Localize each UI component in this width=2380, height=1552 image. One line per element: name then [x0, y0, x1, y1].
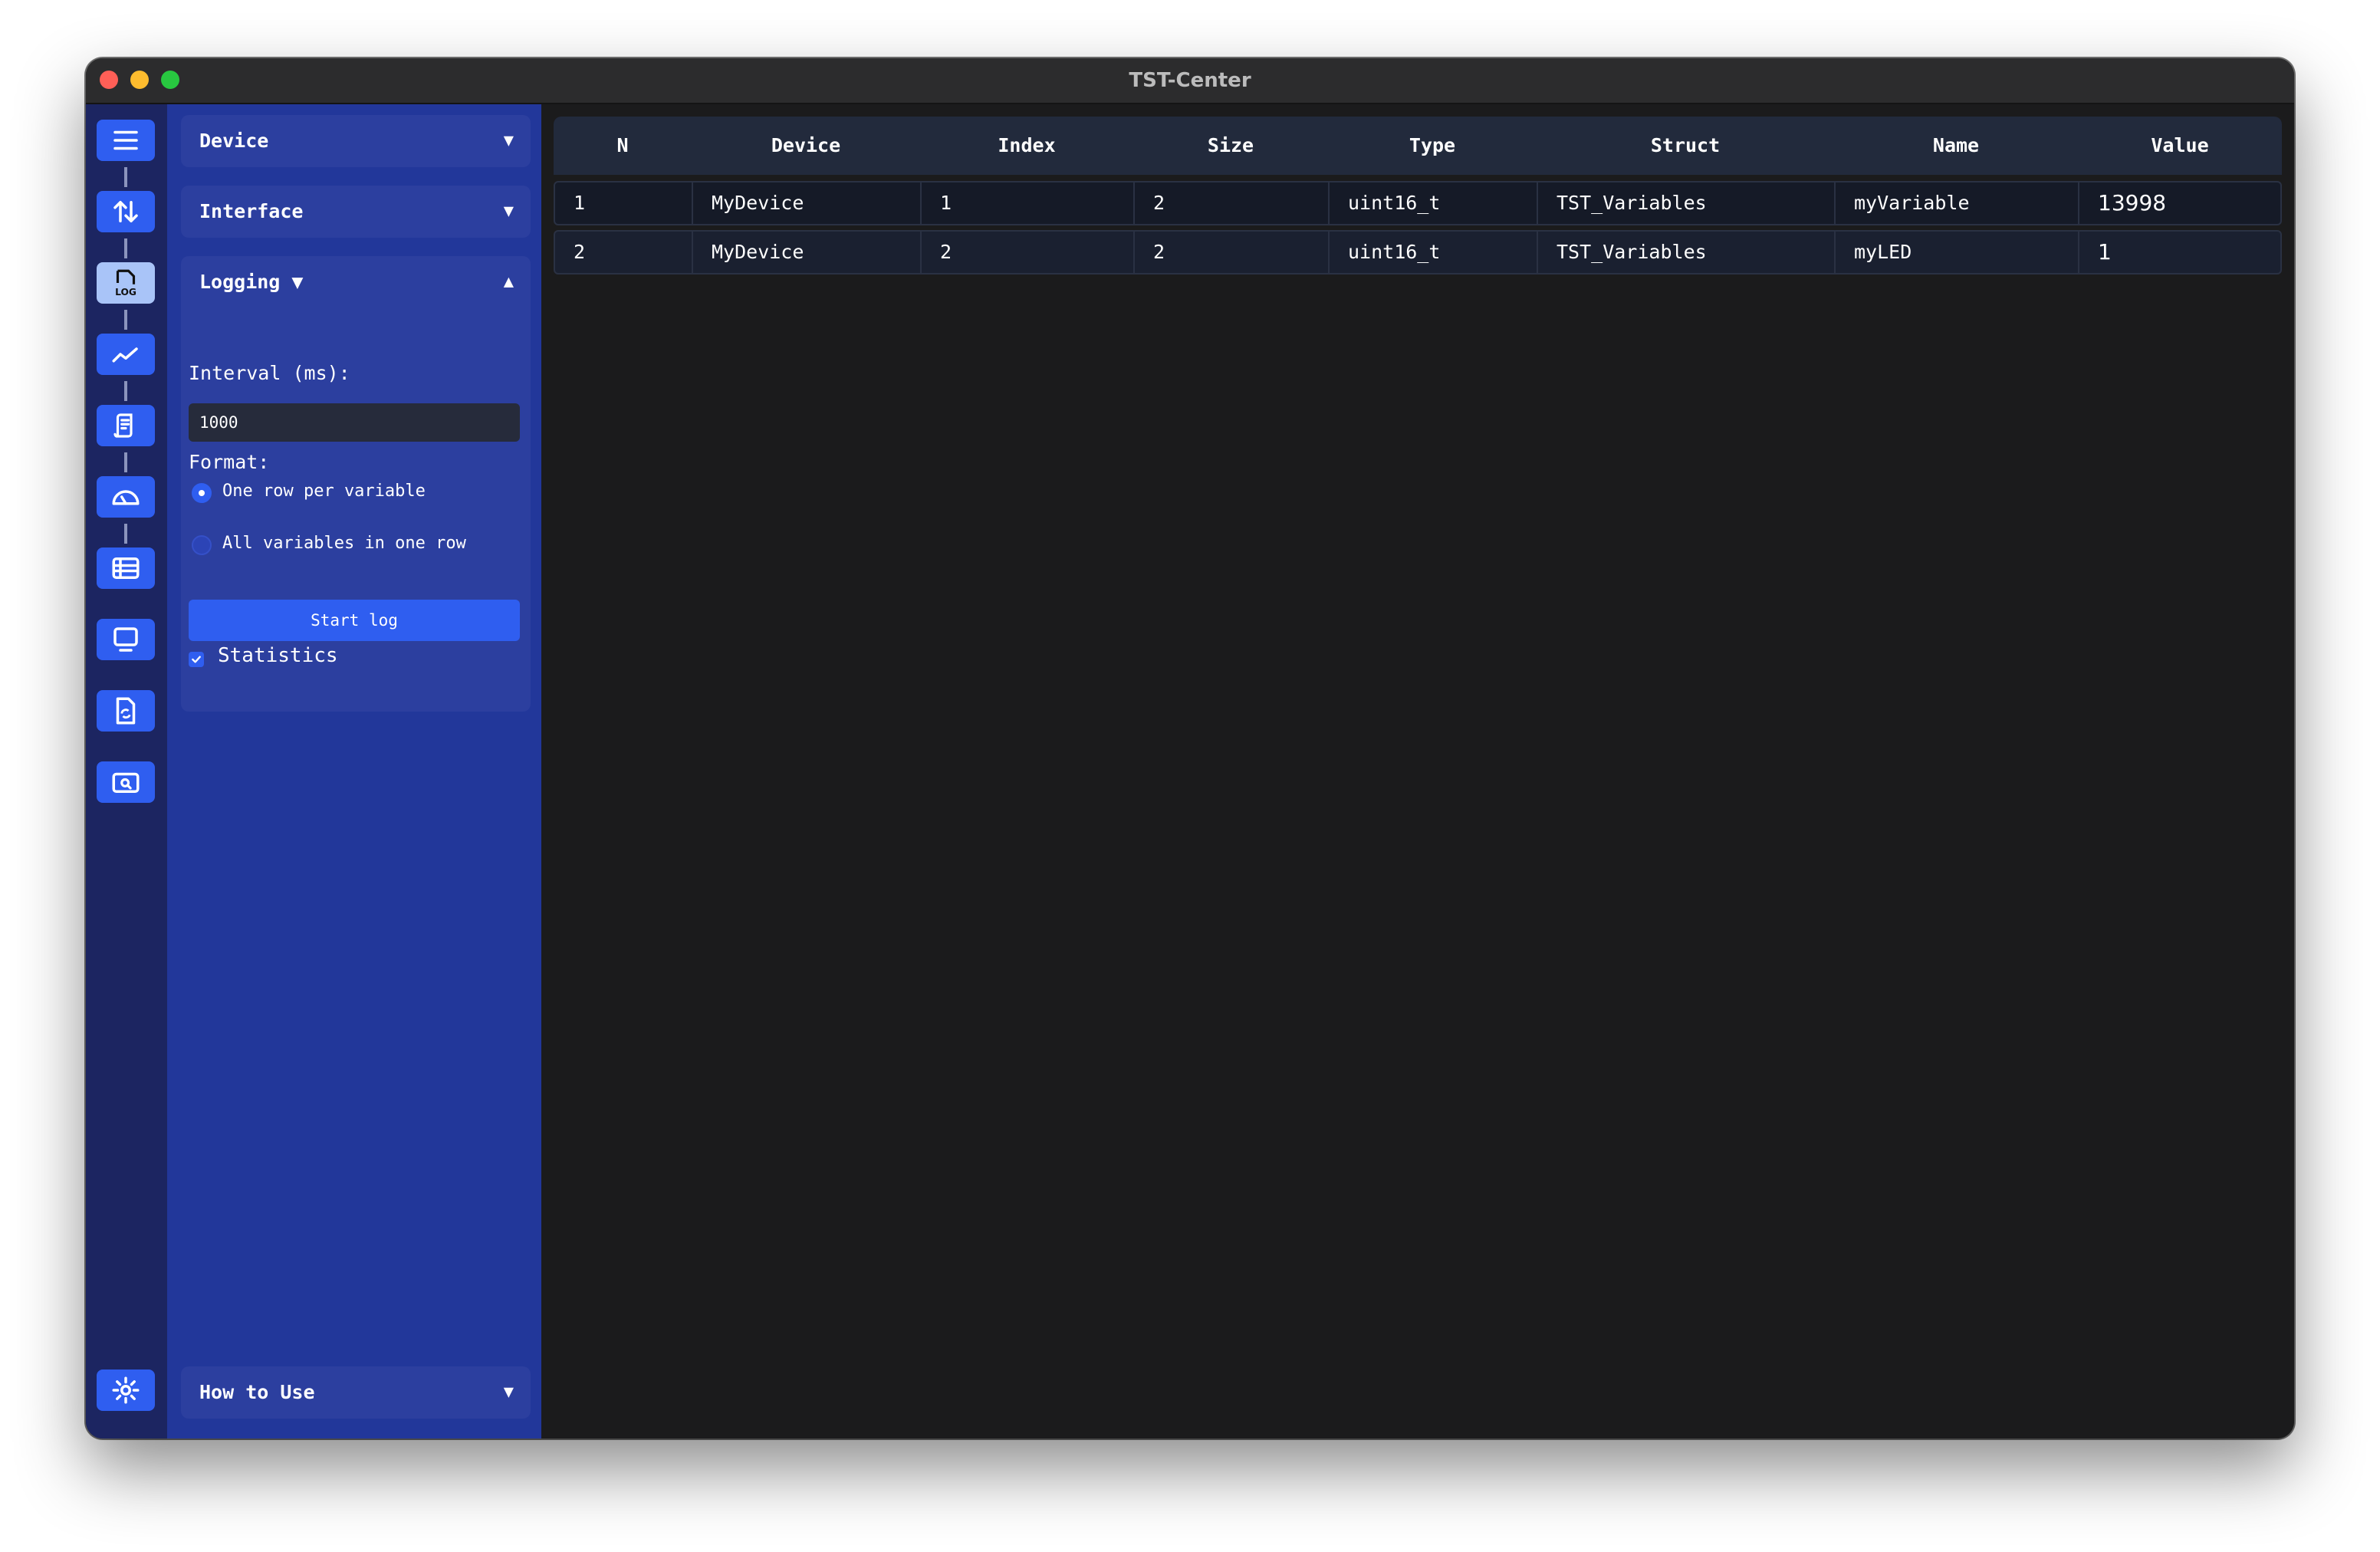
cell-size: 2: [1135, 182, 1330, 224]
cell-type: uint16_t: [1330, 182, 1538, 224]
document-icon: [113, 413, 133, 438]
rail-connector: [124, 167, 127, 187]
column-header-type[interactable]: Type: [1328, 117, 1537, 175]
file-sync-icon: [116, 697, 136, 725]
device-section-label: Device: [199, 130, 269, 152]
format-option-all-in-one: All variables in one row: [222, 534, 466, 553]
folder-search-button[interactable]: [97, 761, 155, 803]
icon-rail: LOG: [86, 104, 167, 1439]
format-label: Format:: [189, 451, 270, 473]
window-title: TST-Center: [1129, 69, 1251, 92]
cell-device: MyDevice: [693, 182, 922, 224]
cell-size: 2: [1135, 232, 1330, 273]
column-header-device[interactable]: Device: [692, 117, 920, 175]
logging-section-header[interactable]: Logging ▼ ▲: [181, 256, 531, 308]
main-content: N Device Index Size Type Struct Name Val…: [541, 104, 2294, 1439]
interval-input[interactable]: [189, 403, 520, 442]
rail-connector: [124, 238, 127, 258]
column-header-value[interactable]: Value: [2078, 117, 2282, 175]
statistics-checkbox[interactable]: [189, 652, 204, 667]
format-option-one-row: One row per variable: [222, 482, 426, 501]
side-panel: Device ▼ Interface ▼ Logging ▼ ▲ Interva…: [167, 104, 541, 1439]
interface-section-header[interactable]: Interface ▼: [181, 186, 531, 238]
variables-table: N Device Index Size Type Struct Name Val…: [554, 117, 2282, 275]
plot-button[interactable]: [97, 334, 155, 375]
logging-section-label: Logging ▼: [199, 271, 304, 293]
interface-section-label: Interface: [199, 200, 304, 222]
file-sync-button[interactable]: [97, 690, 155, 732]
transfer-arrows-icon: [113, 201, 138, 222]
log-button[interactable]: LOG: [97, 262, 155, 304]
format-radio-all-in-one[interactable]: [192, 535, 212, 555]
how-to-use-label: How to Use: [199, 1381, 315, 1403]
rail-connector: [124, 310, 127, 330]
cell-struct: TST_Variables: [1538, 232, 1836, 273]
menu-button[interactable]: [97, 120, 155, 161]
table-button[interactable]: [97, 547, 155, 589]
monitor-button[interactable]: [97, 619, 155, 660]
rail-connector: [124, 524, 127, 544]
cell-name: myLED: [1836, 232, 2079, 273]
cell-value: 1: [2098, 239, 2112, 265]
script-button[interactable]: [97, 405, 155, 446]
checkmark-icon: [192, 656, 201, 663]
log-icon-label: LOG: [115, 287, 136, 298]
cell-value: 13998: [2098, 190, 2167, 215]
cell-n: 1: [555, 182, 693, 224]
chevron-up-icon: ▲: [503, 272, 514, 291]
column-header-name[interactable]: Name: [1834, 117, 2078, 175]
title-bar: TST-Center: [86, 58, 2294, 104]
gauge-icon: [112, 490, 140, 505]
start-log-button[interactable]: Start log: [189, 600, 520, 641]
app-window: TST-Center LOG Device ▼ Interface ▼ Logg…: [86, 58, 2294, 1439]
cell-n: 2: [555, 232, 693, 273]
statistics-label: Statistics: [218, 644, 338, 667]
interval-label: Interval (ms):: [189, 362, 350, 384]
cell-device: MyDevice: [693, 232, 922, 273]
transfer-button[interactable]: [97, 191, 155, 232]
how-to-use-section-header[interactable]: How to Use ▼: [181, 1366, 531, 1419]
format-radio-one-row[interactable]: [192, 483, 212, 503]
log-file-icon: LOG: [115, 269, 136, 298]
column-header-struct[interactable]: Struct: [1537, 117, 1834, 175]
table-icon: [112, 557, 140, 579]
folder-search-icon: [112, 772, 140, 793]
rail-connector: [124, 452, 127, 472]
cell-index: 1: [922, 182, 1135, 224]
settings-button[interactable]: [97, 1370, 155, 1411]
menu-icon: [113, 130, 138, 150]
dashboard-button[interactable]: [97, 476, 155, 518]
chevron-down-icon: ▼: [503, 1383, 514, 1402]
table-header: N Device Index Size Type Struct Name Val…: [554, 117, 2282, 175]
gear-icon: [112, 1376, 140, 1404]
column-header-index[interactable]: Index: [920, 117, 1133, 175]
cell-type: uint16_t: [1330, 232, 1538, 273]
column-header-n[interactable]: N: [554, 117, 692, 175]
chevron-down-icon: ▼: [503, 202, 514, 221]
column-header-size[interactable]: Size: [1133, 117, 1328, 175]
cell-name: myVariable: [1836, 182, 2079, 224]
device-section-header[interactable]: Device ▼: [181, 115, 531, 167]
rail-connector: [124, 381, 127, 401]
table-row[interactable]: 2 MyDevice 2 2 uint16_t TST_Variables my…: [554, 230, 2282, 275]
monitor-icon: [113, 627, 138, 652]
table-row[interactable]: 1 MyDevice 1 2 uint16_t TST_Variables my…: [554, 181, 2282, 225]
line-chart-icon: [112, 347, 138, 363]
cell-struct: TST_Variables: [1538, 182, 1836, 224]
cell-index: 2: [922, 232, 1135, 273]
chevron-down-icon: ▼: [503, 131, 514, 150]
